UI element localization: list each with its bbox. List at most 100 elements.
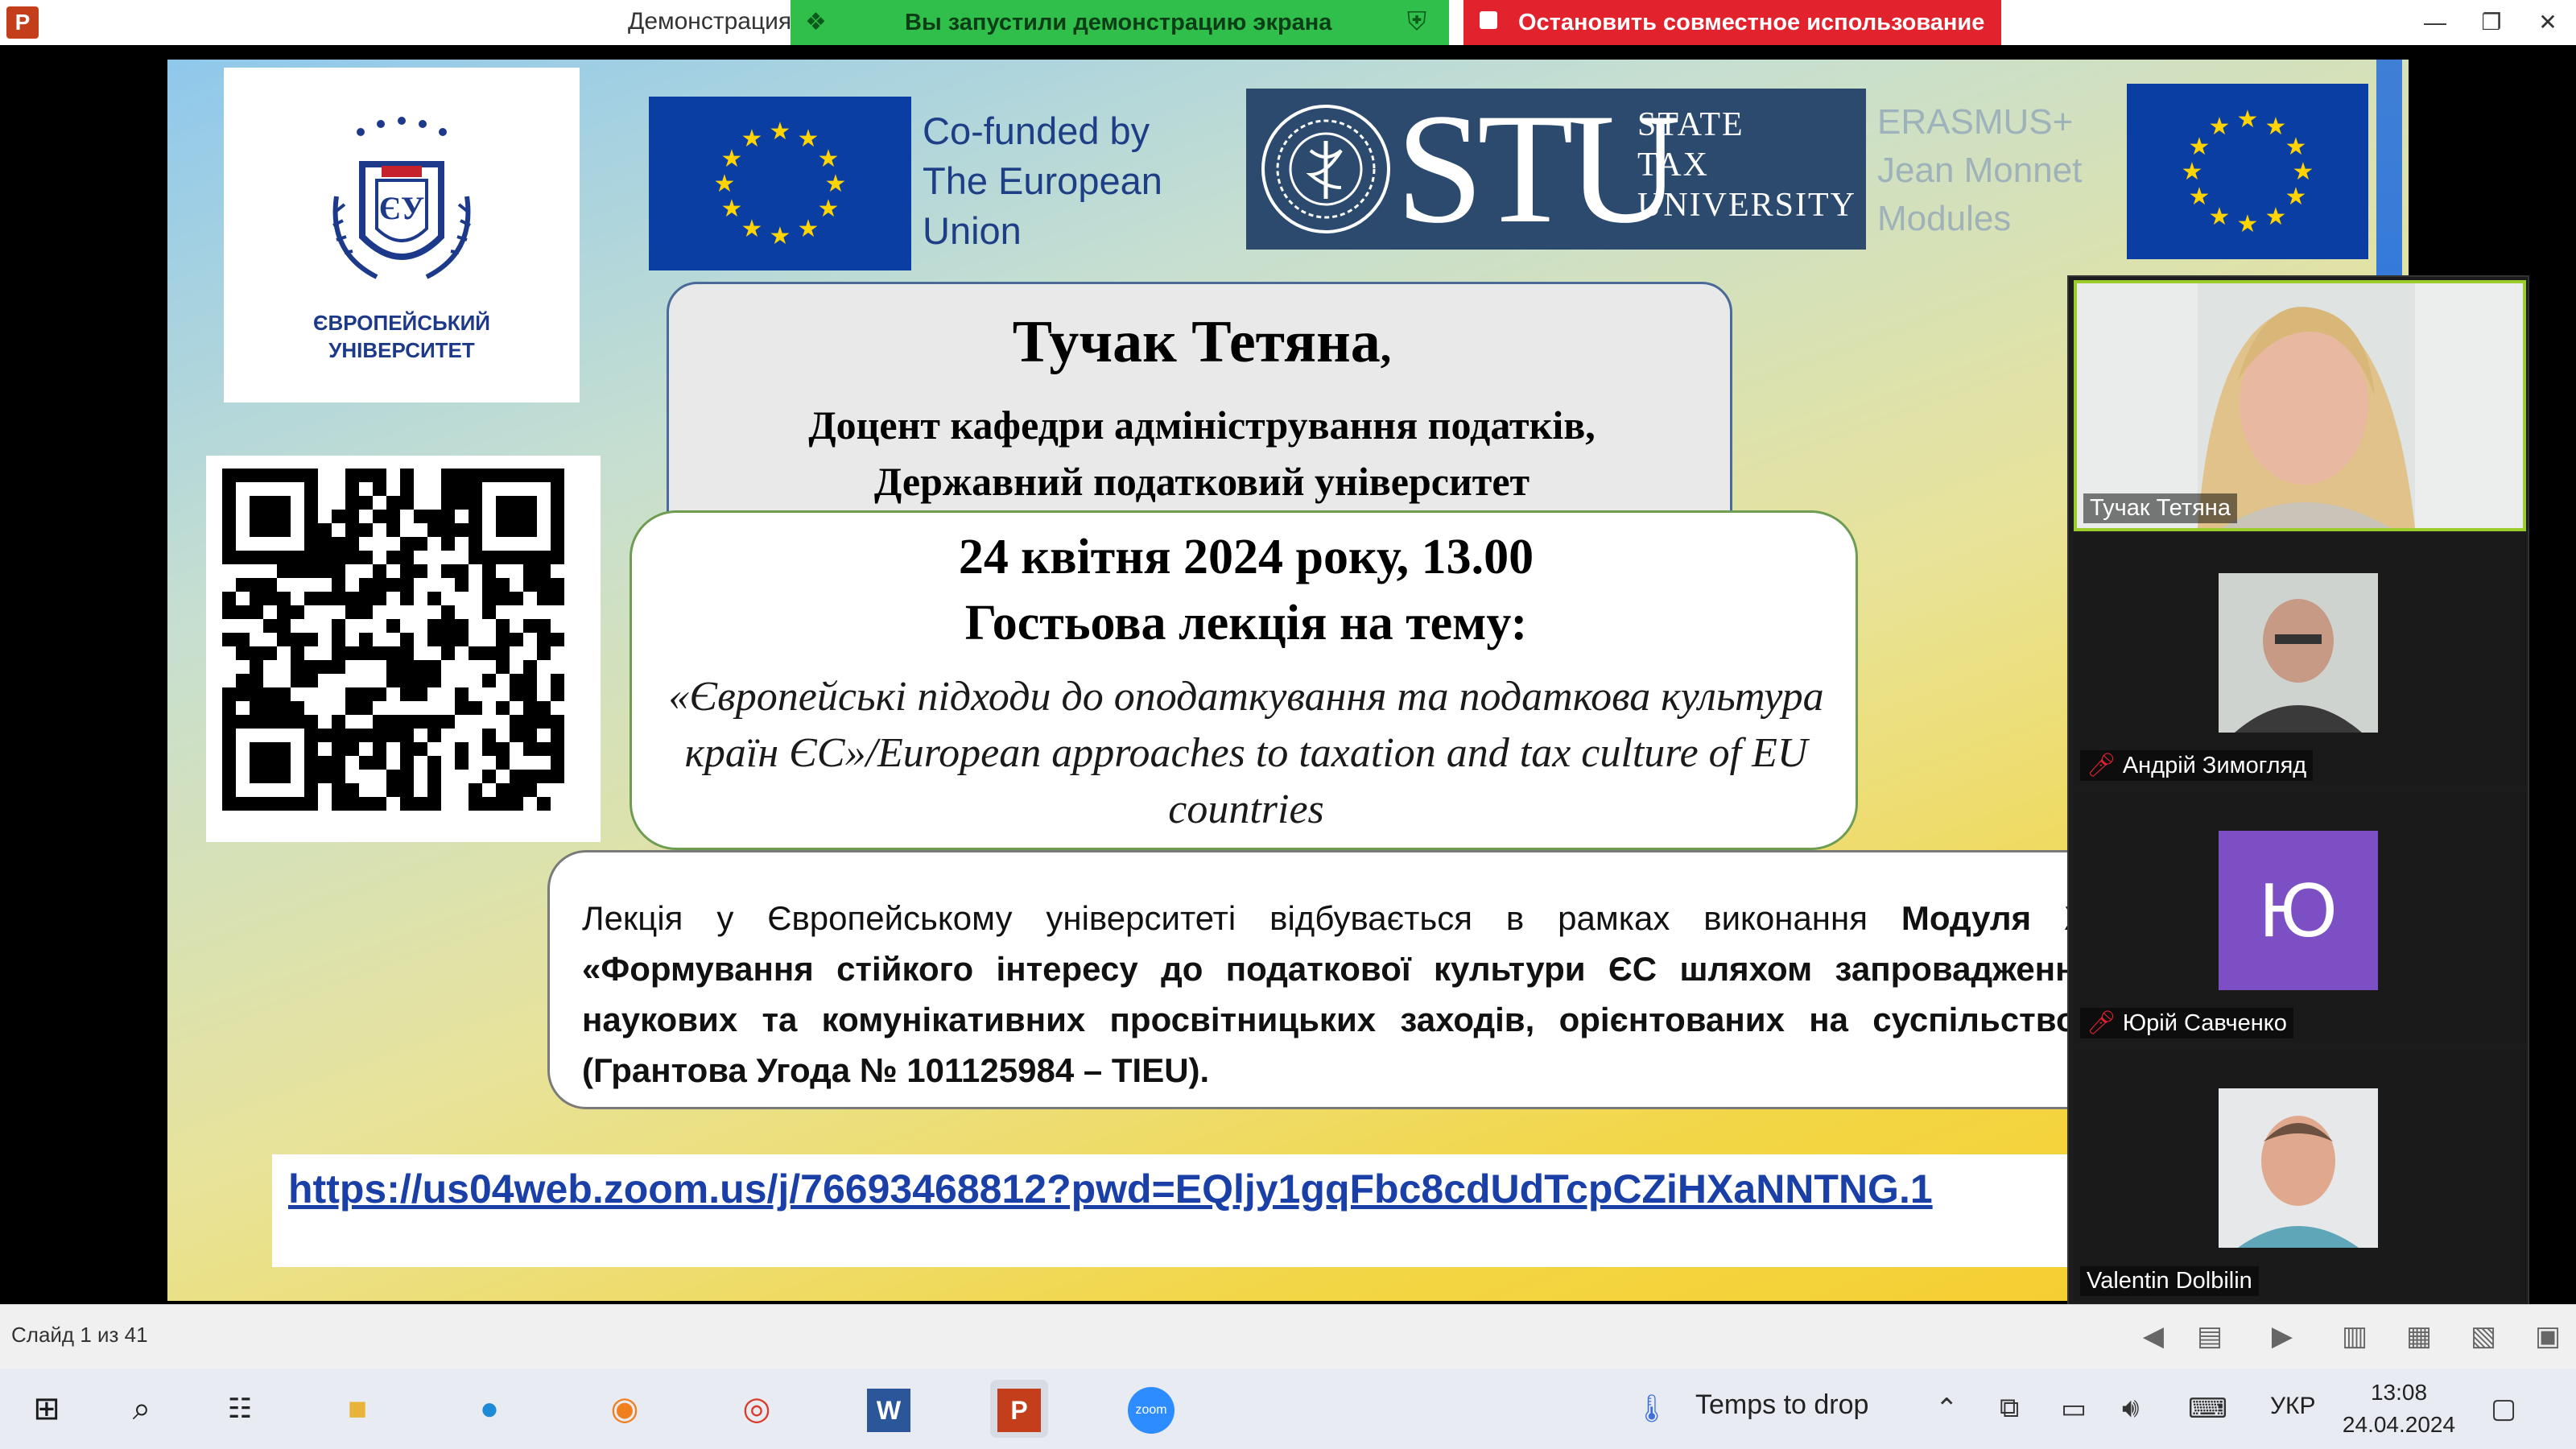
eu-stars-icon: ★ ★★★ ★★★★ ★★★★ <box>714 118 847 250</box>
svg-text:★: ★ <box>798 215 819 243</box>
erasmus-jean-monnet-label: ERASMUS+ Jean Monnet Modules <box>1877 102 2083 238</box>
notification-icon[interactable]: ▢ <box>2491 1393 2516 1425</box>
clock-time: 13:08 <box>2370 1380 2428 1405</box>
svg-text:★: ★ <box>714 170 736 198</box>
restore-button[interactable]: ❐ <box>2463 3 2520 42</box>
participant-name: 🎤︎ Андрій Зимогляд <box>2080 750 2314 781</box>
lecture-info-box: 24 квітня 2024 року, 13.00 Гостьова лекц… <box>630 510 1858 850</box>
word-icon[interactable]: W <box>860 1380 918 1438</box>
battery-icon[interactable]: ▭ <box>2061 1393 2087 1425</box>
system-clock[interactable]: 13:08 24.04.2024 <box>2334 1377 2463 1441</box>
lecture-date: 24 квітня 2024 року, 13.00 <box>958 530 1534 584</box>
minimize-button[interactable]: — <box>2407 3 2463 42</box>
module-description-box: Лекція у Європейському університеті відб… <box>547 850 2125 1109</box>
file-explorer-icon[interactable]: ■ <box>328 1380 386 1438</box>
participant-tile[interactable]: 🎤︎ Андрій Зимогляд <box>2074 535 2526 786</box>
svg-text:★: ★ <box>2209 203 2231 231</box>
svg-text:ЄУ: ЄУ <box>379 190 424 226</box>
svg-text:★: ★ <box>2293 158 2314 186</box>
previous-slide-icon[interactable]: ◀ <box>2133 1316 2174 1356</box>
participant-tile-speaker[interactable]: Тучак Тетяна <box>2074 280 2526 531</box>
svg-text:★: ★ <box>2265 113 2287 141</box>
svg-text:★: ★ <box>2237 210 2259 238</box>
participant-tile[interactable]: Valentin Dolbilin <box>2074 1050 2526 1301</box>
screen-share-status-banner[interactable]: ❖ Вы запустили демонстрацию экрана ⛨ <box>791 0 1449 45</box>
stop-icon <box>1480 11 1497 29</box>
svg-text:★: ★ <box>741 125 763 153</box>
svg-text:★: ★ <box>2189 183 2211 211</box>
university-crest-icon: ЄУ <box>332 117 471 279</box>
shield-check-icon: ⛨ <box>1406 6 1426 35</box>
keyboard-icon[interactable]: ⌨ <box>2188 1393 2227 1425</box>
zoom-link-box: https://us04web.zoom.us/j/76693468812?pw… <box>272 1154 2116 1267</box>
participant-tile[interactable]: Ю 🎤︎ Юрій Савченко <box>2074 792 2526 1043</box>
european-university-logo: ЄУ ЄВРОПЕЙСЬКИЙ УНІВЕРСИТЕТ <box>224 68 580 402</box>
participant-video-thumbnail <box>2219 1088 2378 1248</box>
grant-agreement: (Грантова Угода № 101125984 – TIEU). <box>582 1051 1210 1089</box>
volume-icon[interactable]: 🔊︎ <box>2122 1393 2139 1424</box>
edge-browser-icon[interactable]: ● <box>460 1380 518 1438</box>
reading-view-icon[interactable]: ▧ <box>2463 1316 2504 1356</box>
participant-avatar: Ю <box>2219 831 2378 990</box>
svg-text:★: ★ <box>2237 105 2259 134</box>
svg-text:★: ★ <box>2285 133 2307 161</box>
avatar-initial: Ю <box>2259 867 2338 953</box>
lecture-label: Гостьова лекція на тему: <box>964 596 1528 650</box>
svg-text:★: ★ <box>2285 183 2307 211</box>
participant-name: Тучак Тетяна <box>2083 493 2237 523</box>
slide-sorter-icon[interactable]: ▦ <box>2399 1316 2439 1356</box>
lecture-topic: «Європейські підходи до оподаткування та… <box>668 674 1824 832</box>
speaker-video-feed <box>2077 283 2523 528</box>
slideshow-icon[interactable]: ▣ <box>2528 1316 2568 1356</box>
svg-text:★: ★ <box>798 125 819 153</box>
chrome-icon[interactable]: ◎ <box>728 1380 786 1438</box>
task-view-icon[interactable]: ☷ <box>211 1380 269 1438</box>
svg-text:★: ★ <box>741 215 763 243</box>
participant-name: Valentin Dolbilin <box>2080 1266 2259 1296</box>
svg-text:★: ★ <box>2182 158 2203 186</box>
university-name-label: ЄВРОПЕЙСЬКИЙ УНІВЕРСИТЕТ <box>313 311 490 362</box>
windows-start-icon[interactable]: ⊞ <box>18 1380 76 1438</box>
powerpoint-app-icon: P <box>6 6 39 39</box>
svg-text:★: ★ <box>770 222 791 250</box>
participant-name: 🎤︎ Юрій Савченко <box>2080 1008 2293 1038</box>
svg-text:★: ★ <box>818 145 840 173</box>
mic-muted-icon: 🎤︎ <box>2087 753 2116 778</box>
stu-full-name: STATE TAX UNIVERSITY <box>1637 106 1856 224</box>
zoom-participants-panel[interactable]: Тучак Тетяна 🎤︎ Андрій Зимогляд Ю 🎤︎ Юрій … <box>2067 275 2529 1312</box>
svg-text:★: ★ <box>825 170 847 198</box>
mic-muted-icon: 🎤︎ <box>2087 1010 2116 1036</box>
close-button[interactable]: ✕ <box>2520 3 2576 42</box>
window-title: Демонстрация <box>628 8 792 35</box>
zoom-meeting-link[interactable]: https://us04web.zoom.us/j/76693468812?pw… <box>288 1166 1933 1212</box>
vpn-icon[interactable]: ◉ <box>596 1380 654 1438</box>
module-name: Модуля Ж <box>1901 899 2095 937</box>
stop-share-button[interactable]: Остановить совместное использование <box>1463 0 2001 45</box>
svg-text:★: ★ <box>2189 133 2211 161</box>
cofunded-label: Co-funded by The European Union <box>923 109 1162 252</box>
title-bar: P Демонстрация ❖ Вы запустили демонстрац… <box>0 0 2576 45</box>
tray-chevron-icon[interactable]: ⌃ <box>1935 1393 1959 1425</box>
weather-icon: 🌡︎ <box>1634 1393 1670 1424</box>
meet-now-icon[interactable]: ⧉ <box>2000 1393 2019 1424</box>
state-tax-university-logo: STU STATE TAX UNIVERSITY <box>1246 89 1866 250</box>
svg-text:★: ★ <box>2265 203 2287 231</box>
svg-text:★: ★ <box>721 195 743 223</box>
weather-text[interactable]: Temps to drop <box>1695 1389 1868 1421</box>
search-icon[interactable]: ⌕ <box>113 1380 171 1438</box>
input-language[interactable]: УКР <box>2270 1393 2316 1420</box>
module-text-start: Лекція у Європейському університеті відб… <box>582 899 1901 937</box>
slide-menu-icon[interactable]: ▤ <box>2190 1316 2230 1356</box>
zoom-taskbar-icon[interactable]: zoom <box>1122 1380 1180 1438</box>
slide-counter: Слайд 1 из 41 <box>11 1323 148 1347</box>
powerpoint-status-bar: Слайд 1 из 41 ◀ ▤ ▶ ▥ ▦ ▧ ▣ <box>0 1304 2576 1368</box>
speaker-name-line: Тучак Тетяна, <box>669 308 1735 377</box>
speaker-position: Доцент кафедри адміністрування податків,… <box>808 402 1596 504</box>
eu-flag-image-right: ★ ★ ★ ★ ★ ★ ★ ★ ★ ★ ★ ★ <box>2127 84 2368 259</box>
next-slide-icon[interactable]: ▶ <box>2262 1316 2302 1356</box>
screen-share-status-text: Вы запустили демонстрацию экрана <box>905 10 1332 35</box>
university-seal-icon <box>1261 105 1390 233</box>
powerpoint-taskbar-icon[interactable]: P <box>990 1380 1048 1438</box>
normal-view-icon[interactable]: ▥ <box>2334 1316 2375 1356</box>
svg-text:★: ★ <box>2209 113 2231 141</box>
